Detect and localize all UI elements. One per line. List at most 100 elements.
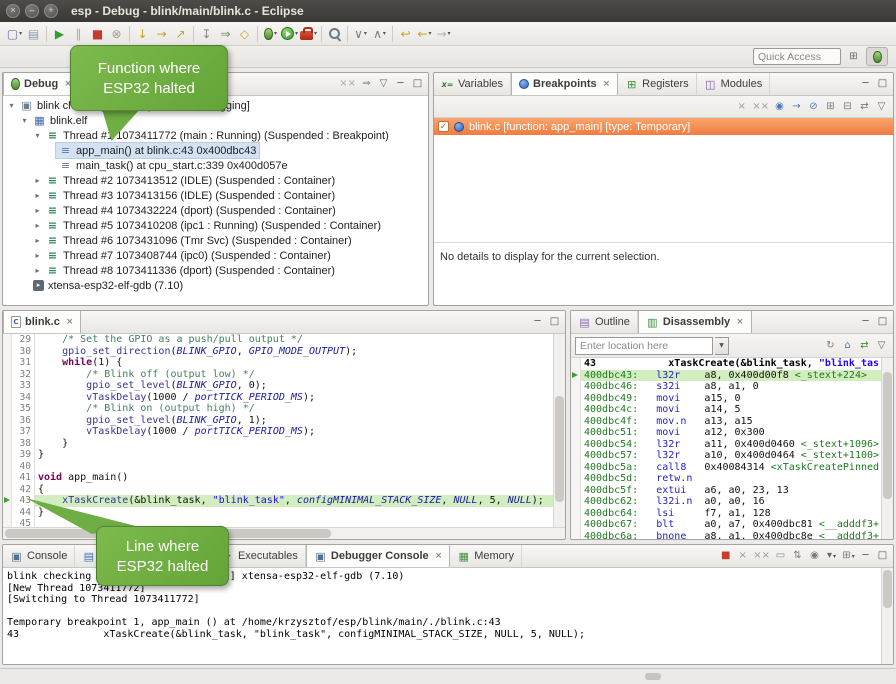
editor-marker-ruler[interactable] — [3, 334, 12, 527]
minimize-button[interactable]: ─ — [858, 76, 873, 92]
close-tab-icon[interactable]: × — [736, 317, 744, 327]
drop-to-frame-button[interactable]: ↧ — [197, 24, 216, 44]
forward-dropdown-icon[interactable]: ▾ — [448, 30, 451, 37]
remove-all-terminated-button[interactable]: ×× — [338, 76, 357, 92]
code-line[interactable]: { — [35, 484, 553, 496]
remove-all-breakpoints-button[interactable]: ×× — [751, 99, 770, 115]
tab-debugger-console[interactable]: Debugger Console× — [306, 545, 450, 567]
disassembly-line[interactable]: 400dbc5d: retw.n — [581, 473, 881, 485]
skip-all-breakpoints-button[interactable]: ⊘ — [806, 99, 821, 115]
tab-outline[interactable]: Outline — [571, 311, 638, 333]
save-button[interactable]: ▤ — [24, 24, 43, 44]
new-wizard-dropdown-icon[interactable]: ▾ — [19, 30, 22, 37]
disconnect-button[interactable]: ⊗ — [107, 24, 126, 44]
disassembly-line[interactable]: 400dbc64: lsi f7, a1, 128 — [581, 508, 881, 520]
console-vertical-scrollbar[interactable] — [881, 568, 893, 664]
location-input[interactable] — [575, 337, 713, 355]
code-line[interactable]: gpio_set_level(BLINK_GPIO, 1); — [35, 415, 553, 427]
debug-tree-item[interactable]: ▸Thread #3 1073413156 (IDLE) (Suspended … — [3, 188, 428, 203]
tab-variables[interactable]: Variables — [434, 73, 511, 95]
breakpoint-checkbox[interactable]: ✓ — [438, 121, 449, 132]
resume-button[interactable]: ▶ — [50, 24, 69, 44]
step-over-button[interactable]: → — [152, 24, 171, 44]
remove-selected-breakpoints-button[interactable]: × — [734, 99, 749, 115]
disassembly-line[interactable]: 400dbc4c: movi a14, 5 — [581, 404, 881, 416]
maximize-button[interactable]: □ — [875, 314, 890, 330]
maximize-button[interactable]: □ — [875, 76, 890, 92]
scrollbar-thumb[interactable] — [883, 372, 892, 499]
show-breakpoints-supported-button[interactable]: ◉ — [772, 99, 787, 115]
home-button[interactable]: ⌂ — [840, 338, 855, 354]
window-maximize-button[interactable]: + — [44, 4, 58, 18]
debug-tree-item[interactable]: ▸Thread #4 1073432224 (dport) (Suspended… — [3, 203, 428, 218]
tab-console[interactable]: Console — [3, 545, 75, 567]
code-line[interactable]: } — [35, 449, 553, 461]
previous-annotation-button[interactable]: ∧▾ — [370, 24, 389, 44]
debug-dropdown-icon[interactable]: ▾ — [274, 30, 277, 37]
disassembly-rows[interactable]: 43 xTaskCreate(&blink_task, "blink_tas40… — [581, 358, 881, 539]
minimize-button[interactable]: ─ — [393, 76, 408, 92]
code-line[interactable]: gpio_set_level(BLINK_GPIO, 0); — [35, 380, 553, 392]
collapse-all-button[interactable]: ⊟ — [840, 99, 855, 115]
new-wizard-button[interactable]: ▢▾ — [5, 24, 24, 44]
editor-code-area[interactable]: /* Set the GPIO as a push/pull output */… — [35, 334, 553, 527]
quick-access-input[interactable] — [753, 48, 841, 65]
code-line[interactable]: /* Blink off (output low) */ — [35, 369, 553, 381]
debug-tree-item[interactable]: ▸Thread #8 1073411336 (dport) (Suspended… — [3, 263, 428, 278]
current-disassembly-line[interactable]: 400dbc43: l32r a8, 0x400d00f8 <_stext+22… — [581, 370, 881, 382]
back-dropdown-icon[interactable]: ▾ — [429, 30, 432, 37]
view-menu-button[interactable]: ▽ — [376, 76, 391, 92]
code-line[interactable]: /* Blink on (output high) */ — [35, 403, 553, 415]
disassembly-line[interactable]: 400dbc46: s32i a8, a1, 0 — [581, 381, 881, 393]
disassembly-line[interactable]: 400dbc67: blt a0, a7, 0x400dbc81 <__addd… — [581, 519, 881, 531]
breakpoint-item[interactable]: ✓ blink.c [function: app_main] [type: Te… — [434, 118, 893, 135]
next-annotation-button[interactable]: ∨▾ — [351, 24, 370, 44]
terminate-button[interactable]: ■ — [88, 24, 107, 44]
external-tools-dropdown-icon[interactable]: ▾ — [314, 30, 317, 37]
window-close-button[interactable]: × — [6, 4, 20, 18]
disassembly-line[interactable]: 400dbc49: movi a15, 0 — [581, 393, 881, 405]
display-selected-console-button[interactable]: ▾▾ — [824, 548, 839, 564]
instruction-stepping-mode-button[interactable]: ⇒ — [359, 76, 374, 92]
link-with-debug-view-button[interactable]: ⇄ — [857, 99, 872, 115]
tab-disassembly[interactable]: Disassembly× — [638, 311, 752, 333]
open-console-button[interactable]: ⊞▾ — [841, 548, 856, 564]
expand-arrow-icon[interactable]: ▸ — [32, 251, 43, 260]
maximize-button[interactable]: □ — [547, 314, 562, 330]
resize-grip[interactable] — [645, 673, 661, 680]
debug-tree-item[interactable]: ▸Thread #7 1073408744 (ipc0) (Suspended … — [3, 248, 428, 263]
forward-button[interactable]: →▾ — [434, 24, 453, 44]
run-dropdown-icon[interactable]: ▾ — [295, 30, 298, 37]
search-button[interactable] — [325, 24, 344, 44]
go-to-file-for-breakpoint-button[interactable]: → — [789, 99, 804, 115]
debug-tree-item[interactable]: ▾blink.elf — [3, 113, 428, 128]
debug-tree-item[interactable]: ▾Thread #1 1073411772 (main : Running) (… — [3, 128, 428, 143]
disassembly-line[interactable]: 400dbc54: l32r a11, 0x400d0460 <_stext+1… — [581, 439, 881, 451]
tab-blink-c[interactable]: blink.c× — [3, 311, 81, 333]
external-tools-button[interactable]: ▾ — [299, 24, 318, 44]
code-line[interactable] — [35, 461, 553, 473]
expand-arrow-icon[interactable]: ▸ — [32, 266, 43, 275]
refresh-button[interactable]: ↻ — [823, 338, 838, 354]
view-menu-button[interactable]: ▽ — [874, 338, 889, 354]
suspend-button[interactable]: ∥ — [69, 24, 88, 44]
debug-button[interactable]: ▾ — [261, 24, 280, 44]
pin-console-button[interactable]: ◉ — [807, 548, 822, 564]
disassembly-line[interactable]: 400dbc57: l32r a10, 0x400d0464 <_stext+1… — [581, 450, 881, 462]
close-tab-icon[interactable]: × — [603, 79, 611, 89]
use-step-filters-button[interactable]: ◇ — [235, 24, 254, 44]
collapse-arrow-icon[interactable]: ▾ — [6, 101, 17, 110]
close-tab-icon[interactable]: × — [435, 551, 443, 561]
debug-tree-item[interactable]: ▸Thread #5 1073410208 (ipc1 : Running) (… — [3, 218, 428, 233]
tab-registers[interactable]: Registers — [618, 73, 696, 95]
code-line[interactable]: void app_main() — [35, 472, 553, 484]
code-line[interactable]: } — [35, 507, 553, 519]
expand-arrow-icon[interactable]: ▸ — [32, 206, 43, 215]
next-annotation-dropdown-icon[interactable]: ▾ — [364, 30, 367, 37]
expand-arrow-icon[interactable]: ▸ — [32, 221, 43, 230]
clear-console-button[interactable]: ▭ — [773, 548, 788, 564]
debug-tree-item[interactable]: ▸Thread #2 1073413512 (IDLE) (Suspended … — [3, 173, 428, 188]
tab-modules[interactable]: Modules — [697, 73, 771, 95]
step-return-button[interactable]: ↗ — [171, 24, 190, 44]
scrollbar-thumb[interactable] — [555, 396, 564, 502]
